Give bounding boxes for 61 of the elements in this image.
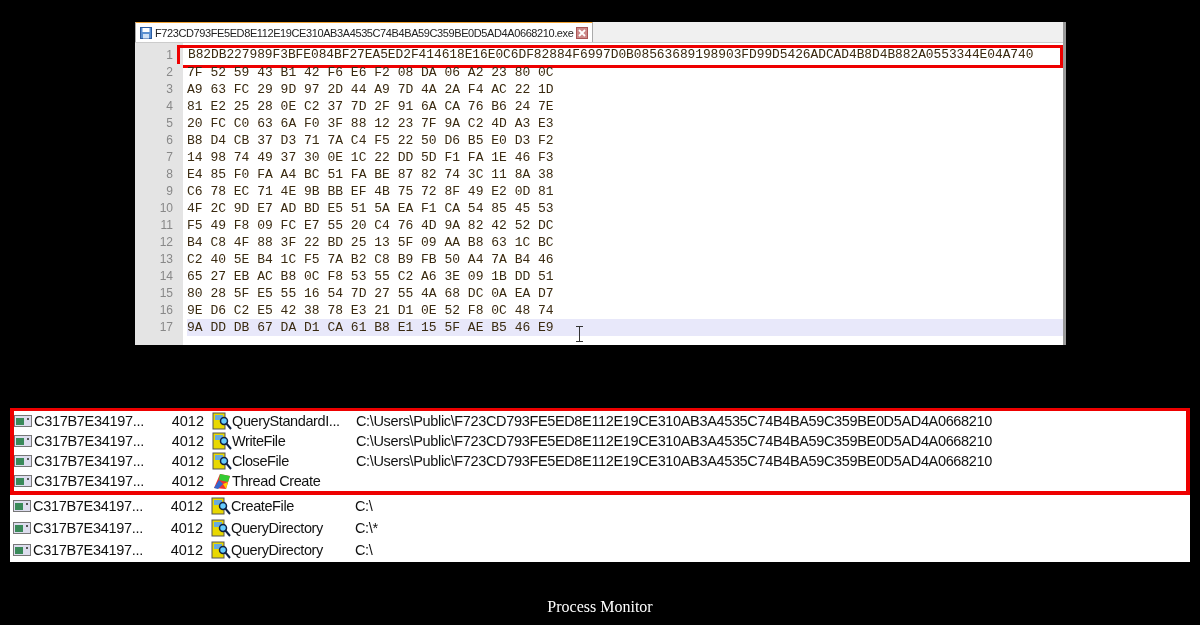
- file-magnifier-icon: [212, 412, 232, 430]
- operation-name: CreateFile: [231, 497, 294, 515]
- file-tab[interactable]: F723CD793FE5ED8E112E19CE310AB3A4535C74B4BA59C359BE0D5AD4A0668210.exe: [135, 22, 594, 42]
- code-line: C2 40 5E B4 1C F5 7A B2 C8 B9 FB 50 A4 7A B4 46: [187, 251, 555, 268]
- process-id: 4012: [170, 452, 204, 470]
- process-name: C317B7E34197...: [33, 497, 144, 515]
- process-id: 4012: [169, 497, 203, 515]
- file-magnifier-icon: [211, 497, 231, 515]
- code-line: 65 27 EB AC B8 0C F8 53 55 C2 A6 3E 09 1B DD 51: [187, 268, 555, 285]
- file-path: C:\Users\Public\F723CD793FE5ED8E112E19CE310AB3A4535C74B4BA59C359BE0D5AD4A0668210: [356, 452, 992, 470]
- code-line: B8 D4 CB 37 D3 71 7A C4 F5 22 50 D6 B5 E0 D3 F2: [187, 132, 555, 149]
- process-id: 4012: [170, 412, 204, 430]
- file-path: C:\: [355, 541, 373, 559]
- window-icon: [13, 499, 31, 513]
- close-icon: [576, 26, 589, 39]
- process-id: 4012: [169, 541, 203, 559]
- process-name: C317B7E34197...: [34, 472, 145, 490]
- window-icon: [14, 434, 32, 448]
- process-name: C317B7E34197...: [34, 452, 145, 470]
- code-line: 14 98 74 49 37 30 0E 1C 22 DD 5D F1 FA 1E 46 F3: [187, 149, 555, 166]
- code-line: E4 85 F0 FA A4 BC 51 FA BE 87 82 74 3C 11 8A 38: [187, 166, 555, 183]
- operation-name: CloseFile: [232, 452, 289, 470]
- event-row[interactable]: C317B7E34197... 4012 CreateFile C:\: [10, 495, 1190, 517]
- window-icon: [14, 414, 32, 428]
- code-line: A9 63 FC 29 9D 97 2D 44 A9 7D 4A 2A F4 AC 22 1D: [187, 81, 555, 98]
- code-line: 80 28 5F E5 55 16 54 7D 27 55 4A 68 DC 0A EA D7: [187, 285, 555, 302]
- file-magnifier-icon: [212, 432, 232, 450]
- code-line: 4F 2C 9D E7 AD BD E5 51 5A EA F1 CA 54 85 45 53: [187, 200, 555, 217]
- file-magnifier-icon: [211, 541, 231, 559]
- operation-name: Thread Create: [232, 472, 321, 490]
- file-path: C:\Users\Public\F723CD793FE5ED8E112E19CE310AB3A4535C74B4BA59C359BE0D5AD4A0668210: [356, 432, 992, 450]
- code-line: 9E D6 C2 E5 42 38 78 E3 21 D1 0E 52 F8 0C 48 74: [187, 302, 555, 319]
- window-icon: [13, 543, 31, 557]
- code-line: 81 E2 25 28 0E C2 37 7D 2F 91 6A CA 76 B6 24 7E: [187, 98, 555, 115]
- text-cursor-icon: [575, 326, 584, 342]
- process-name: C317B7E34197...: [34, 412, 145, 430]
- process-name: C317B7E34197...: [34, 432, 145, 450]
- code-line: B4 C8 4F 88 3F 22 BD 25 13 5F 09 AA B8 63 1C BC: [187, 234, 555, 251]
- operation-name: WriteFile: [232, 432, 286, 450]
- process-name: C317B7E34197...: [33, 519, 144, 537]
- code-line: 20 FC C0 63 6A F0 3F 88 12 23 7F 9A C2 4D A3 E3: [187, 115, 555, 132]
- process-id: 4012: [169, 519, 203, 537]
- file-magnifier-icon: [211, 519, 231, 537]
- operation-name: QueryDirectory: [231, 541, 323, 559]
- process-id: 4012: [170, 472, 204, 490]
- operation-name: QueryStandardI...: [232, 412, 340, 430]
- code-line: C6 78 EC 71 4E 9B BB EF 4B 75 72 8F 49 E2 0D 81: [187, 183, 555, 200]
- file-path: C:\: [355, 497, 373, 515]
- operation-name: QueryDirectory: [231, 519, 323, 537]
- window-icon: [13, 521, 31, 535]
- caption-text: Process Monitor: [546, 598, 654, 616]
- code-line: F5 49 F8 09 FC E7 55 20 C4 76 4D 9A 82 42 52 DC: [187, 217, 555, 234]
- window-icon: [14, 474, 32, 488]
- event-row[interactable]: C317B7E34197... 4012 QueryDirectory C:\: [10, 539, 1190, 561]
- file-path: C:\*: [355, 519, 378, 537]
- file-path: C:\Users\Public\F723CD793FE5ED8E112E19CE310AB3A4535C74B4BA59C359BE0D5AD4A0668210: [356, 412, 992, 430]
- window-icon: [14, 454, 32, 468]
- process-name: C317B7E34197...: [33, 541, 144, 559]
- file-magnifier-icon: [212, 452, 232, 470]
- process-id: 4012: [170, 432, 204, 450]
- event-row[interactable]: C317B7E34197... 4012 QueryDirectory C:\*: [10, 517, 1190, 539]
